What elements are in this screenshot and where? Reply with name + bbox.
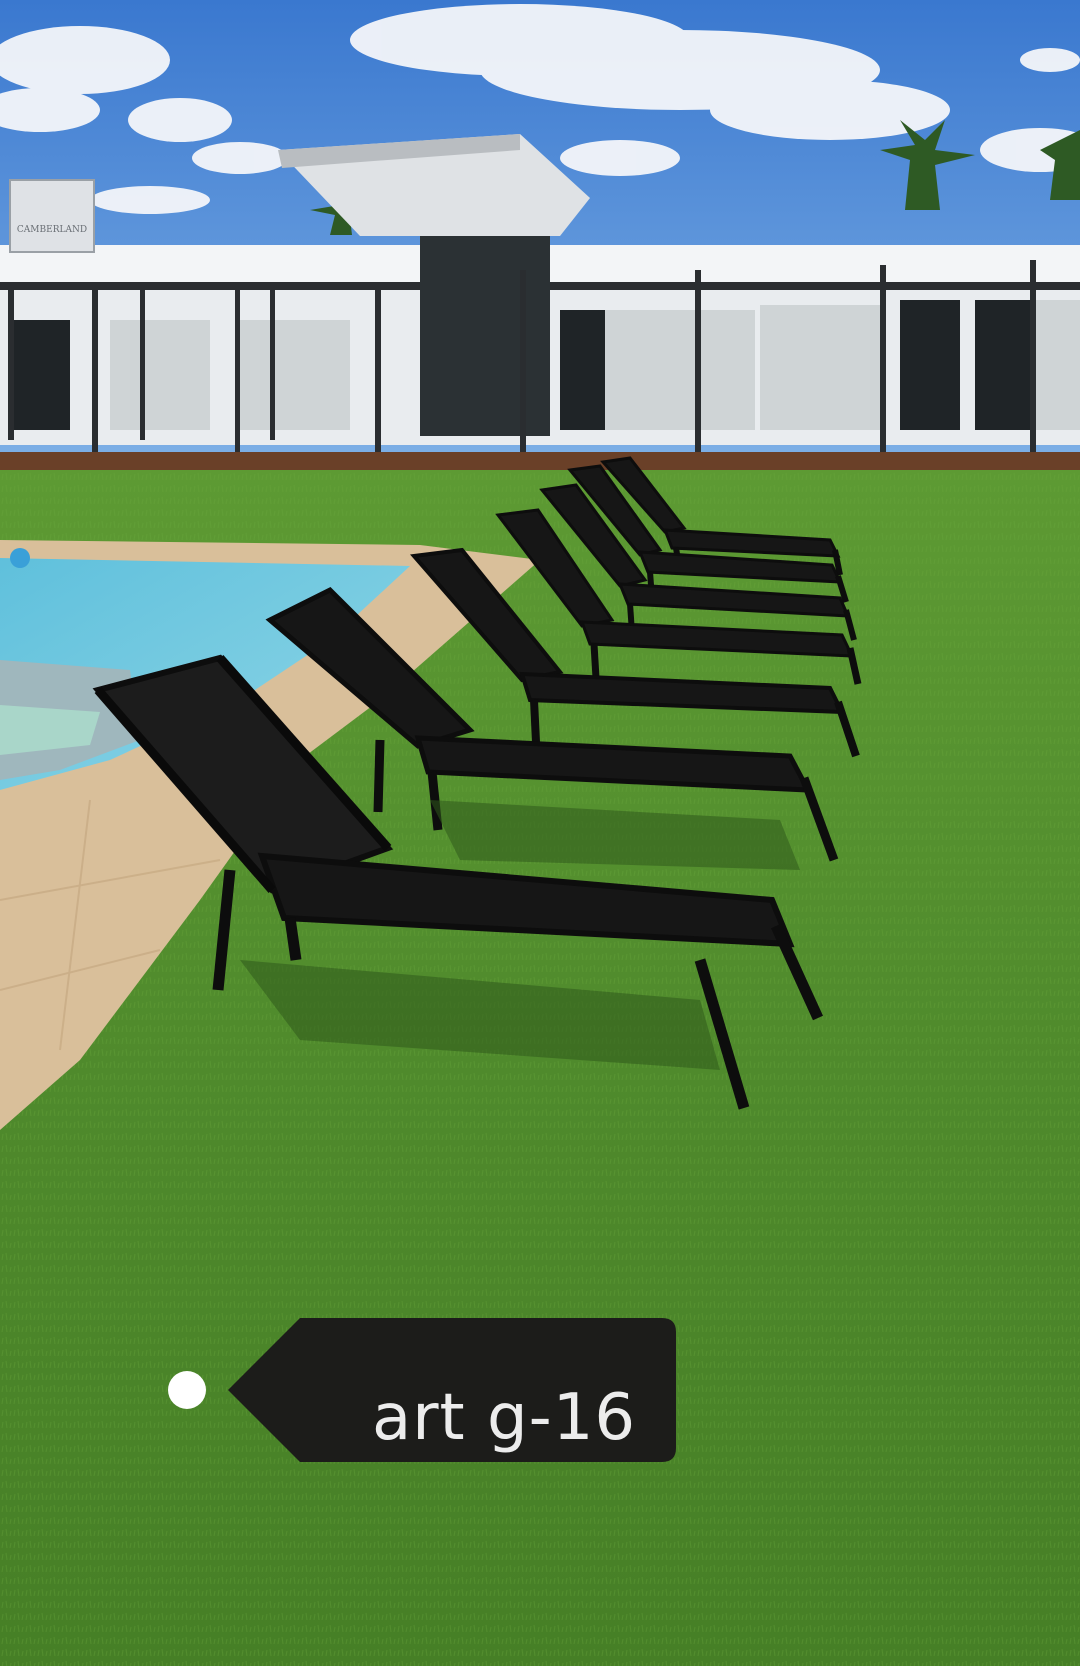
tag-label: art g-16 [372,1381,637,1455]
svg-text:CAMBERLAND: CAMBERLAND [17,225,87,235]
tag-dot [168,1371,206,1409]
